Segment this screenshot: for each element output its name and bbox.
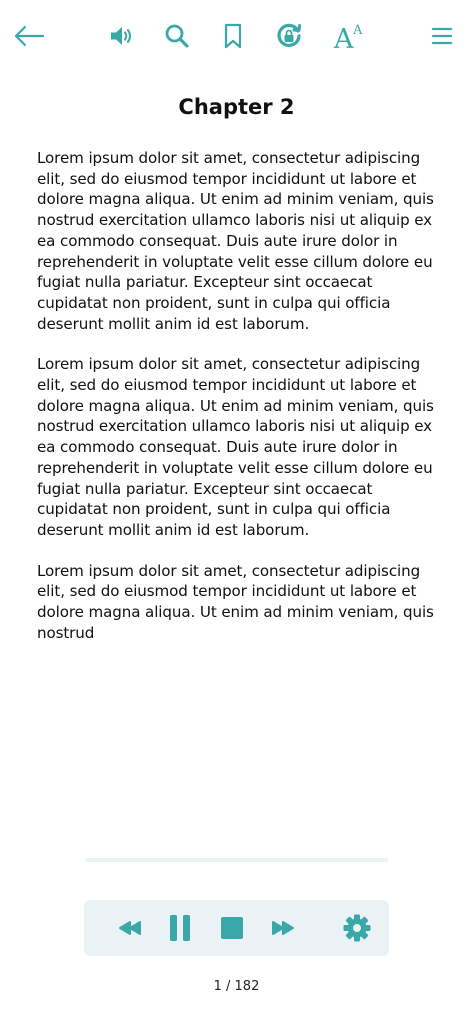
rewind-icon xyxy=(119,921,141,935)
paragraph: Lorem ipsum dolor sit amet, consectetur … xyxy=(37,561,434,642)
paragraph: Lorem ipsum dolor sit amet, consectetur … xyxy=(37,355,434,539)
stop-button[interactable] xyxy=(214,910,250,946)
sync-lock-button[interactable] xyxy=(271,18,307,54)
paragraph: Lorem ipsum dolor sit amet, consectetur … xyxy=(37,149,434,333)
reading-content: Lorem ipsum dolor sit amet, consectetur … xyxy=(37,148,437,663)
menu-button[interactable] xyxy=(424,18,460,54)
font-glyph-small: A xyxy=(352,23,363,38)
rewind-button[interactable] xyxy=(112,910,148,946)
chapter-title: Chapter 2 xyxy=(178,95,295,119)
fast-forward-icon xyxy=(272,921,294,935)
read-aloud-button[interactable] xyxy=(104,18,140,54)
font-glyph-large: A xyxy=(333,24,354,51)
sync-lock-icon xyxy=(277,23,301,47)
fast-forward-button[interactable] xyxy=(265,910,301,946)
bookmark-button[interactable] xyxy=(215,18,251,54)
pause-button[interactable] xyxy=(162,910,198,946)
settings-gear-icon xyxy=(343,914,371,942)
audio-settings-button[interactable] xyxy=(339,910,375,946)
font-size-icon: A A xyxy=(333,23,363,51)
speaker-icon xyxy=(111,27,131,45)
bookmark-icon xyxy=(224,23,242,49)
audio-player-bar xyxy=(84,900,389,956)
back-arrow-icon xyxy=(14,25,45,47)
back-button[interactable] xyxy=(11,18,47,54)
stop-icon xyxy=(221,917,243,939)
page-indicator: 1 / 182 xyxy=(213,979,260,994)
pause-icon xyxy=(170,915,190,941)
top-toolbar: A A xyxy=(0,0,473,74)
search-icon xyxy=(165,24,189,48)
font-size-button[interactable]: A A xyxy=(330,18,370,54)
playback-progress-track[interactable] xyxy=(85,858,388,862)
menu-icon xyxy=(431,27,453,45)
search-button[interactable] xyxy=(159,18,195,54)
